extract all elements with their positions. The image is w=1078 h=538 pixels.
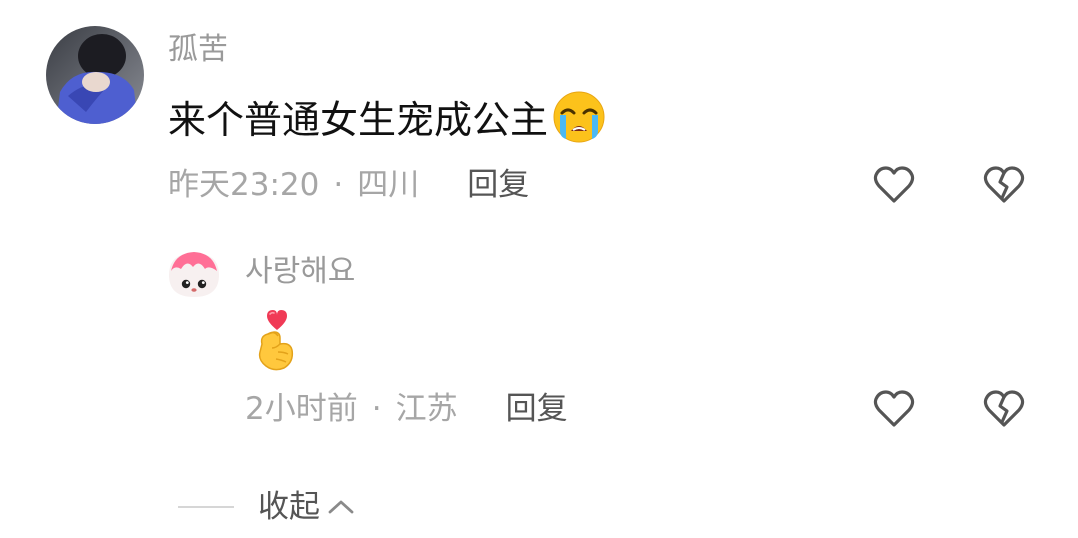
collapse-divider [178, 506, 234, 508]
heart-outline-icon [873, 390, 915, 427]
reply-like-button[interactable] [870, 385, 918, 433]
broken-heart-icon [983, 166, 1025, 203]
commenter-avatar[interactable] [46, 26, 144, 124]
meta-separator: · [333, 166, 344, 203]
reply-dislike-button[interactable] [980, 385, 1028, 433]
reply-time: 2小时前 [245, 390, 358, 427]
replier-username[interactable]: 사랑해요 [245, 257, 355, 287]
dislike-button[interactable] [980, 161, 1028, 209]
comment-meta: 昨天23:20 · 四川 回复 [168, 168, 529, 202]
collapse-replies-button[interactable]: 收起 [178, 489, 356, 525]
reply-button[interactable]: 回复 [467, 169, 529, 201]
commenter-avatar-image [46, 26, 144, 124]
comment-location: 四川 [357, 166, 420, 203]
replier-avatar[interactable] [165, 245, 223, 303]
meta-separator: · [371, 390, 382, 427]
reply-meta: 2小时前 · 江苏 回复 [245, 392, 568, 426]
collapse-label: 收起 [258, 488, 320, 525]
comment-text-content: 来个普通女生宠成公主 [168, 98, 549, 142]
comment-time: 昨天23:20 [168, 166, 320, 203]
loudly-crying-face-icon [550, 91, 608, 149]
broken-heart-icon [983, 390, 1025, 427]
commenter-username[interactable]: 孤苦 [168, 35, 228, 65]
reply-location: 江苏 [395, 390, 458, 427]
comment-text: 来个普通女生宠成公主 [168, 91, 608, 149]
heart-outline-icon [873, 166, 915, 203]
finger-heart-icon [250, 310, 300, 372]
chevron-up-icon [328, 500, 354, 514]
like-button[interactable] [870, 161, 918, 209]
reply-button[interactable]: 回复 [506, 393, 568, 425]
replier-avatar-image [165, 245, 223, 303]
